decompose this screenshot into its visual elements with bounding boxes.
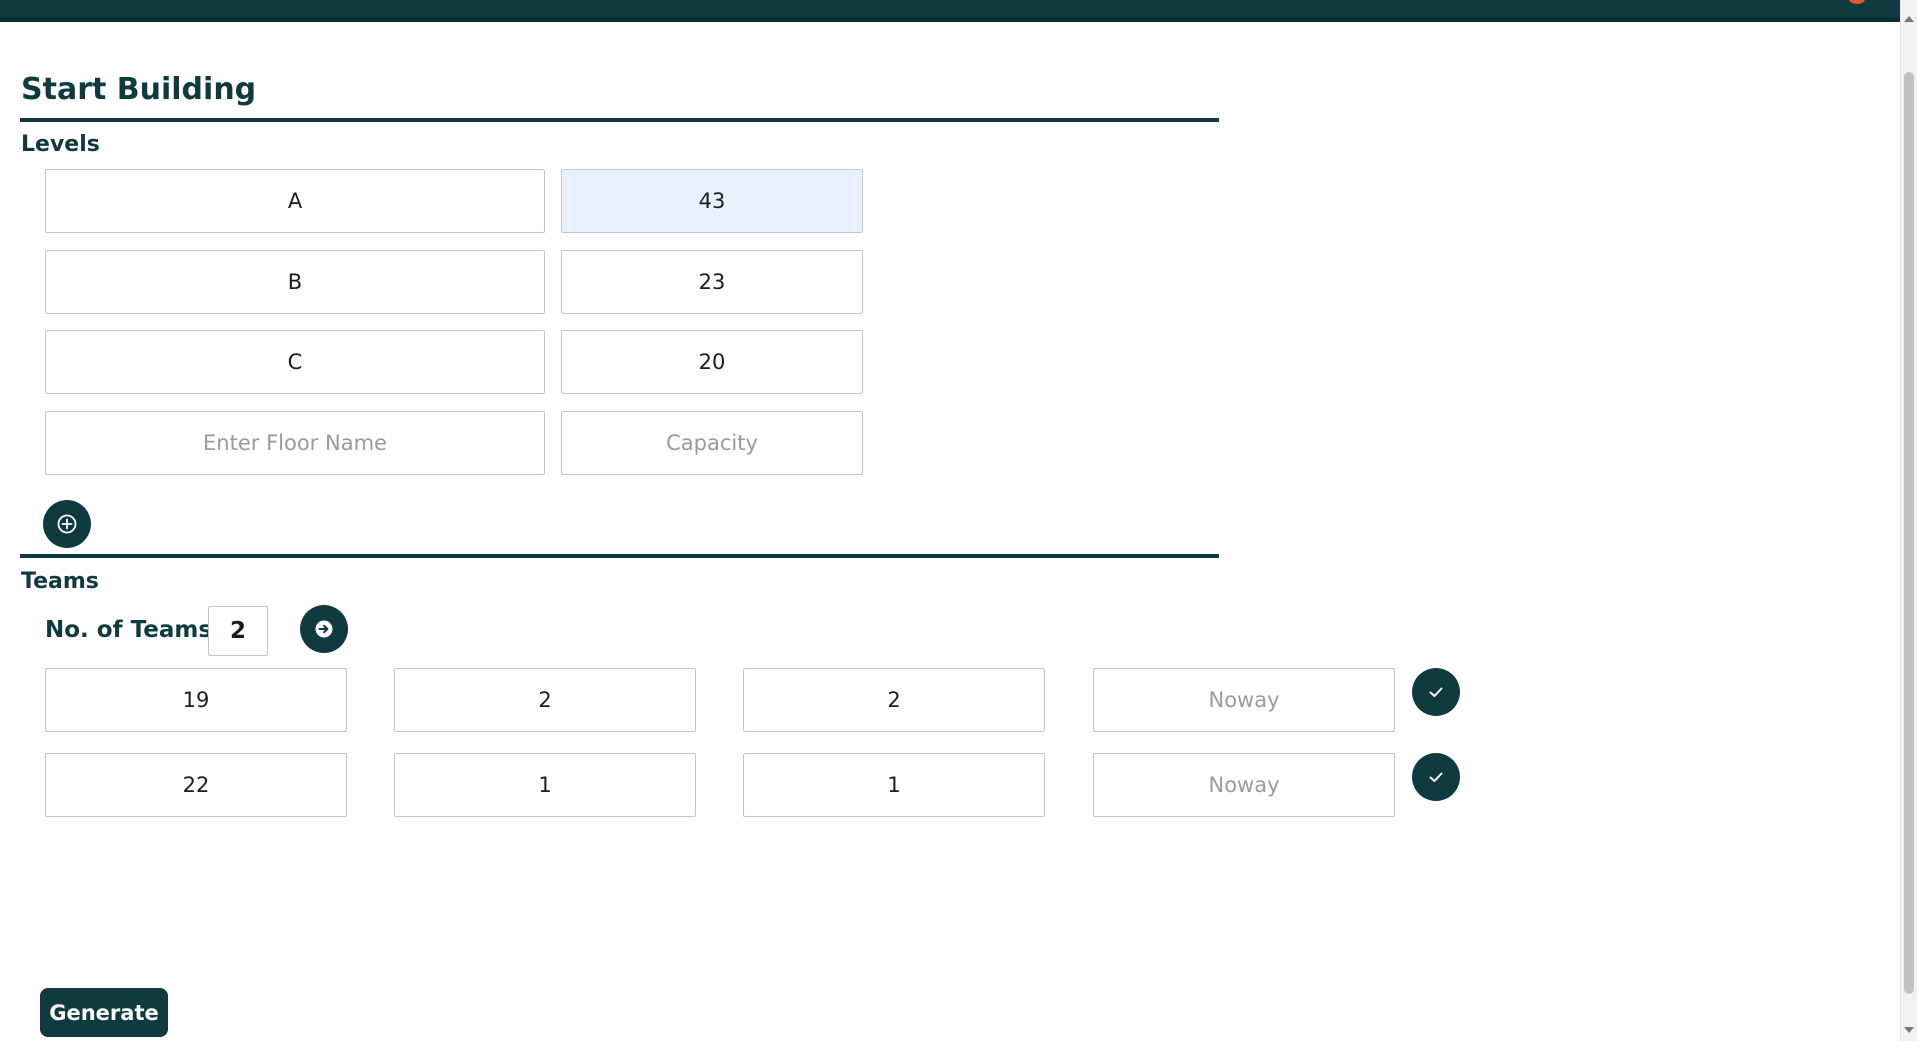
levels-heading: Levels [21,132,100,157]
level-a-name-input[interactable] [45,169,545,233]
team-1-field-2-input[interactable] [394,668,696,732]
team-2-field-3-input[interactable] [743,753,1045,817]
check-icon [1429,772,1443,782]
team-2-note-input[interactable] [1093,753,1395,817]
scroll-up-arrow-icon[interactable] [1904,16,1914,22]
arrow-right-circle-icon [315,620,333,638]
teams-count-input[interactable] [208,606,268,656]
add-level-button[interactable] [43,500,91,548]
team-1-size-input[interactable] [45,668,347,732]
team-1-note-input[interactable] [1093,668,1395,732]
teams-count-label: No. of Teams [45,617,213,643]
team-1-confirm-button[interactable] [1412,668,1460,716]
generate-button[interactable]: Generate [40,988,168,1037]
top-app-bar [0,0,1900,22]
team-2-confirm-button[interactable] [1412,753,1460,801]
new-floor-capacity-input[interactable] [561,411,863,475]
new-floor-name-input[interactable] [45,411,545,475]
apply-teams-count-button[interactable] [300,605,348,653]
teams-heading: Teams [21,569,99,594]
notification-dot [1849,0,1865,4]
level-b-name-input[interactable] [45,250,545,314]
scroll-down-arrow-icon[interactable] [1904,1027,1914,1033]
check-icon [1429,687,1443,697]
page-title: Start Building [21,72,257,107]
levels-divider [20,554,1219,558]
team-2-field-2-input[interactable] [394,753,696,817]
team-1-field-3-input[interactable] [743,668,1045,732]
scrollbar-thumb[interactable] [1904,72,1914,994]
level-c-name-input[interactable] [45,330,545,394]
level-a-capacity-input[interactable] [561,169,863,233]
level-b-capacity-input[interactable] [561,250,863,314]
title-divider [20,118,1219,122]
plus-circle-icon [57,514,77,534]
page-scrollbar[interactable] [1900,0,1917,1041]
level-c-capacity-input[interactable] [561,330,863,394]
team-2-size-input[interactable] [45,753,347,817]
